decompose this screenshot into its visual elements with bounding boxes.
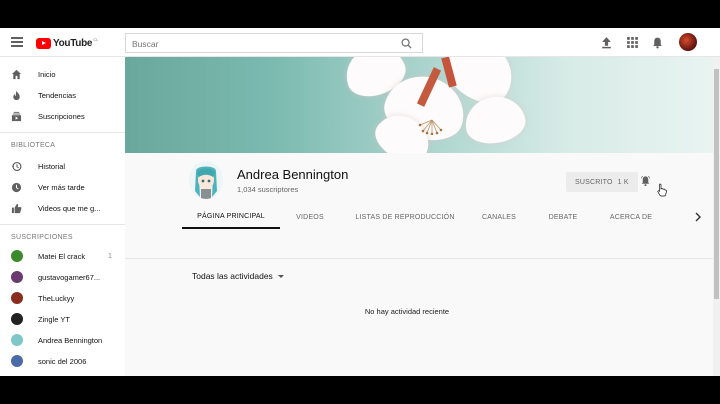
avatar: [11, 334, 23, 346]
channel-header: Andrea Bennington 1,034 suscriptores SUS…: [125, 153, 713, 257]
thumbs-up-icon: [11, 203, 22, 214]
subscription-item[interactable]: Andrea Bennington: [0, 330, 125, 350]
search-box: [125, 33, 423, 53]
subscription-item[interactable]: sonic del 2006: [0, 351, 125, 371]
subscription-item[interactable]: gustavogamer67...: [0, 267, 125, 287]
apps-grid-icon[interactable]: [626, 36, 639, 49]
subscriptions-heading: SUSCRIPCIONES: [11, 234, 73, 241]
hamburger-menu-icon[interactable]: [11, 37, 23, 47]
subscription-item[interactable]: Matei El crack 1: [0, 246, 125, 266]
account-avatar[interactable]: [679, 33, 697, 51]
tab-listas-de-reproduccion[interactable]: LISTAS DE REPRODUCCIÓN: [350, 205, 460, 229]
history-icon: [11, 161, 22, 172]
avatar: [11, 271, 23, 283]
masthead: YouTube CL: [0, 28, 720, 57]
sidebar-item-historial[interactable]: Historial: [0, 156, 125, 176]
subscription-label: TheLuckyy: [38, 293, 75, 303]
home-icon: [11, 69, 22, 80]
sidebar-item-inicio[interactable]: Inicio: [0, 64, 125, 84]
upload-icon[interactable]: [600, 36, 613, 49]
avatar: [11, 355, 23, 367]
mouse-pointer-icon: [657, 183, 667, 197]
subscribed-count: 1 K: [617, 178, 629, 186]
empty-state-message: No hay actividad reciente: [364, 307, 450, 316]
logo-text: YouTube: [53, 37, 93, 49]
tab-acerca-de[interactable]: ACERCA DE: [603, 205, 659, 229]
sidebar-item-label: Ver más tarde: [38, 182, 85, 192]
sidebar-item-label: Tendencias: [38, 90, 76, 100]
youtube-logo[interactable]: YouTube CL: [36, 37, 98, 49]
chevron-right-icon[interactable]: [693, 211, 703, 223]
subscriptions-icon: [11, 111, 22, 122]
sidebar-item-ver-mas-tarde[interactable]: Ver más tarde: [0, 177, 125, 197]
subscription-item[interactable]: Zingle YT: [0, 309, 125, 329]
subscriber-count: 1,034 suscriptores: [237, 185, 299, 194]
scrollbar-thumb[interactable]: [714, 69, 719, 299]
subscription-label: gustavogamer67...: [38, 272, 101, 282]
sidebar-item-suscripciones[interactable]: Suscripciones: [0, 106, 125, 126]
caret-down-icon: [277, 274, 284, 278]
sidebar-item-tendencias[interactable]: Tendencias: [0, 85, 125, 105]
subscription-label: Andrea Bennington: [38, 335, 103, 345]
channel-tabs: PÁGINA PRINCIPAL VIDEOS LISTAS DE REPROD…: [125, 205, 713, 229]
browser-viewport: YouTube CL Inicio Tendencias: [0, 28, 720, 376]
tab-videos[interactable]: VIDEOS: [290, 205, 330, 229]
new-video-count: 1: [108, 252, 112, 260]
search-button[interactable]: [392, 34, 422, 52]
activity-feed: Todas las actividades No hay actividad r…: [125, 258, 713, 376]
channel-name: Andrea Bennington: [237, 167, 349, 182]
channel-page: Andrea Bennington 1,034 suscriptores SUS…: [125, 57, 713, 376]
notification-bell-icon[interactable]: [640, 175, 651, 187]
subscribed-label: SUSCRITO: [575, 178, 613, 186]
subscribed-button[interactable]: SUSCRITO 1 K: [566, 172, 638, 192]
play-logo-icon: [36, 37, 51, 49]
sidebar-item-label: Videos que me g...: [38, 203, 101, 213]
logo-region: CL: [93, 37, 99, 42]
activity-filter-dropdown[interactable]: Todas las actividades: [192, 271, 284, 281]
flame-icon: [13, 90, 20, 101]
tab-pagina-principal[interactable]: PÁGINA PRINCIPAL: [182, 205, 280, 229]
sidebar-item-videos-que-me-gustan[interactable]: Videos que me g...: [0, 198, 125, 218]
subscription-label: sonic del 2006: [38, 356, 87, 366]
clock-icon: [11, 182, 22, 193]
sidebar-item-label: Inicio: [38, 69, 56, 79]
channel-banner: [125, 57, 713, 153]
library-heading: BIBLIOTECA: [11, 142, 56, 149]
page-scrollbar[interactable]: [713, 57, 720, 376]
avatar: [11, 313, 23, 325]
search-input[interactable]: [132, 37, 392, 50]
tab-canales[interactable]: CANALES: [475, 205, 523, 229]
avatar: [11, 292, 23, 304]
banner-petal: [461, 92, 529, 148]
subscription-label: Matei El crack: [38, 251, 86, 261]
channel-avatar[interactable]: [189, 161, 223, 199]
subscription-label: Zingle YT: [38, 314, 70, 324]
notifications-bell-icon[interactable]: [651, 36, 664, 49]
tab-debate[interactable]: DEBATE: [543, 205, 583, 229]
search-icon: [401, 38, 412, 49]
avatar: [11, 250, 23, 262]
sidebar: Inicio Tendencias Suscripciones BIBLIOTE…: [0, 57, 125, 376]
activity-filter-label: Todas las actividades: [192, 271, 273, 281]
sidebar-divider: [0, 132, 125, 133]
sidebar-item-label: Suscripciones: [38, 111, 85, 121]
subscription-item[interactable]: TheLuckyy: [0, 288, 125, 308]
flower-stamens: [418, 119, 443, 135]
sidebar-item-label: Historial: [38, 161, 66, 171]
sidebar-divider: [0, 224, 125, 225]
